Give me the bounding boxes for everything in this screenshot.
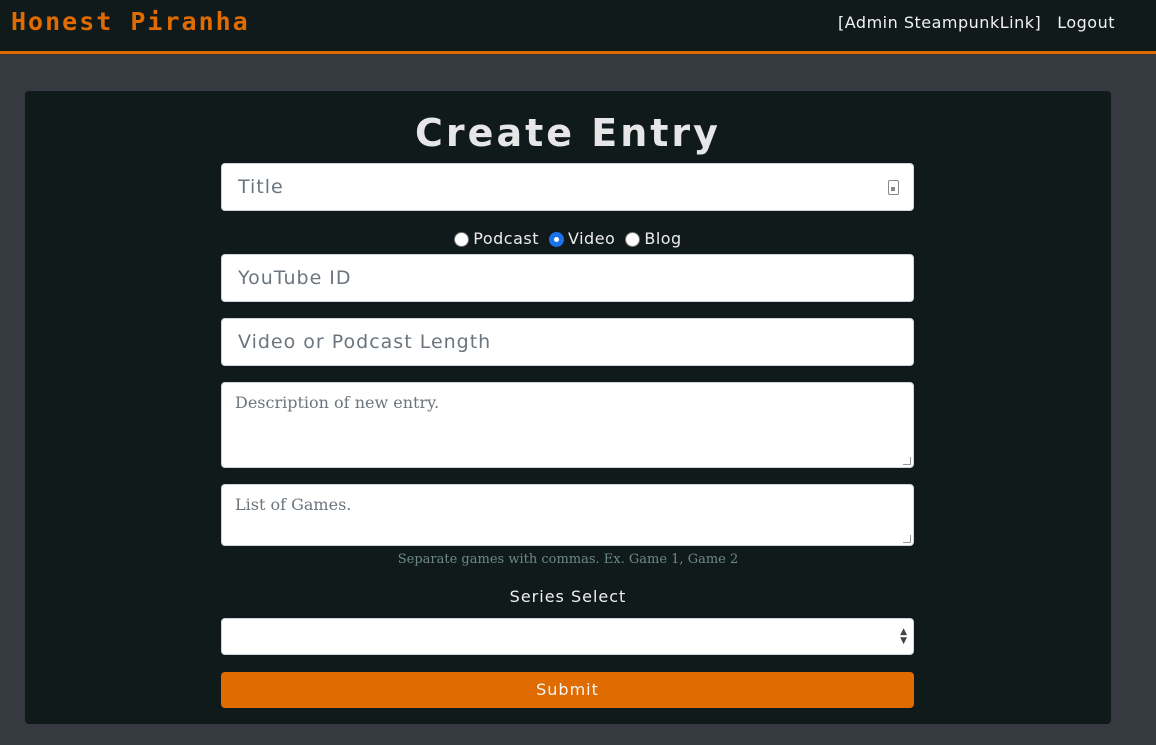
- radio-blog[interactable]: Blog: [625, 229, 681, 248]
- title-input[interactable]: Title: [221, 163, 914, 211]
- radio-blog-circle[interactable]: [625, 232, 641, 247]
- youtube-id-input[interactable]: YouTube ID: [221, 254, 914, 302]
- games-placeholder: List of Games.: [235, 495, 352, 514]
- series-select[interactable]: ▲ ▼: [221, 618, 914, 655]
- radio-podcast-label: Podcast: [473, 229, 540, 248]
- autofill-icon: [888, 180, 899, 195]
- series-select-label: Series Select: [509, 587, 627, 606]
- radio-podcast-circle[interactable]: [454, 232, 470, 247]
- resize-handle-icon[interactable]: [903, 535, 911, 543]
- radio-video-circle[interactable]: [549, 232, 565, 247]
- description-placeholder: Description of new entry.: [235, 393, 440, 412]
- admin-link[interactable]: [Admin SteampunkLink]: [838, 13, 1041, 32]
- submit-button[interactable]: Submit: [221, 672, 914, 708]
- entry-type-radio-group: Podcast Video Blog: [25, 229, 1111, 248]
- navbar: Honest Piranha [Admin SteampunkLink] Log…: [0, 0, 1156, 54]
- games-textarea[interactable]: List of Games.: [221, 484, 914, 546]
- radio-blog-label: Blog: [644, 229, 682, 248]
- nav-links: [Admin SteampunkLink] Logout: [838, 13, 1115, 32]
- youtube-id-placeholder: YouTube ID: [238, 267, 352, 289]
- page-title: Create Entry: [415, 111, 721, 155]
- description-textarea[interactable]: Description of new entry.: [221, 382, 914, 468]
- length-input[interactable]: Video or Podcast Length: [221, 318, 914, 366]
- title-placeholder: Title: [238, 176, 284, 198]
- radio-video-label: Video: [568, 229, 616, 248]
- radio-video[interactable]: Video: [549, 229, 615, 248]
- select-arrows-icon: ▲ ▼: [900, 627, 907, 646]
- length-placeholder: Video or Podcast Length: [238, 331, 492, 353]
- create-entry-panel: Create Entry Title Podcast Video Blog Yo…: [25, 91, 1111, 724]
- radio-podcast[interactable]: Podcast: [454, 229, 539, 248]
- resize-handle-icon[interactable]: [903, 457, 911, 465]
- brand-logo[interactable]: Honest Piranha: [11, 7, 250, 36]
- games-help-text: Separate games with commas. Ex. Game 1, …: [397, 552, 739, 567]
- logout-link[interactable]: Logout: [1057, 13, 1115, 32]
